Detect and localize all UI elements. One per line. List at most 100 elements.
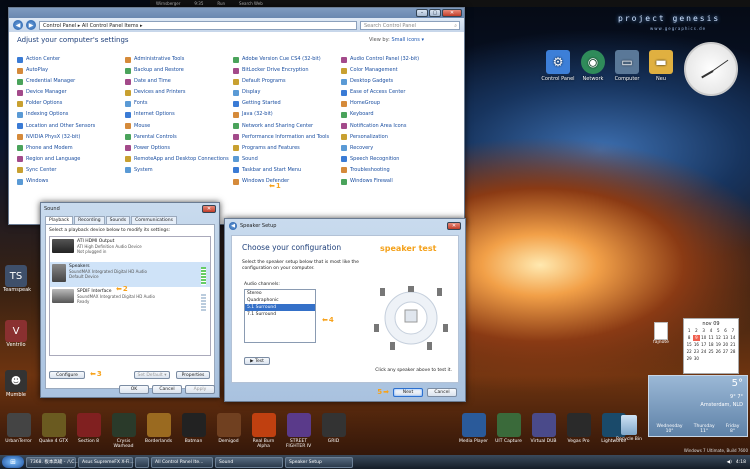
view-by-dropdown[interactable]: Small icons ▾ — [391, 37, 424, 43]
cancel-button[interactable]: Cancel — [427, 387, 457, 397]
cp-item[interactable]: NVIDIA PhysX (32-bit) — [17, 132, 95, 143]
dock-item[interactable]: Batman — [177, 410, 210, 454]
next-button[interactable]: Next — [393, 387, 423, 397]
cp-item[interactable]: Indexing Options — [17, 109, 95, 120]
cp-item[interactable]: Sync Center — [17, 165, 95, 176]
taskbar-item[interactable]: Asus SupremeFX X-Fi... — [78, 456, 134, 468]
calendar-day[interactable]: 16 — [693, 342, 699, 348]
cp-item[interactable]: Administrative Tools — [125, 54, 229, 65]
dock-item[interactable]: Media Player — [457, 410, 490, 454]
close-button[interactable]: ✕ — [442, 9, 462, 17]
back-icon[interactable]: ◀ — [229, 221, 237, 230]
cp-item[interactable]: Taskbar and Start Menu — [233, 165, 329, 176]
dock-item[interactable]: Quake 4 GTX — [37, 410, 70, 454]
cp-item[interactable]: Display — [233, 87, 329, 98]
tab-playback[interactable]: Playback — [45, 216, 74, 224]
list-item[interactable]: 5.1 Surround — [245, 304, 315, 311]
calendar-day[interactable]: 19 — [715, 342, 721, 348]
cp-item[interactable]: Audio Control Panel (32-bit) — [341, 54, 419, 65]
cp-item[interactable]: Sound — [233, 154, 329, 165]
cp-item[interactable]: Power Options — [125, 143, 229, 154]
topbar-item[interactable]: Search Web — [239, 1, 263, 6]
cp-item[interactable]: Mouse — [125, 121, 229, 132]
cp-item[interactable]: Notification Area Icons — [341, 121, 419, 132]
calendar-day[interactable]: 25 — [708, 349, 714, 355]
cp-item[interactable]: Backup and Restore — [125, 65, 229, 76]
calendar-day[interactable]: 26 — [715, 349, 721, 355]
calendar-gadget[interactable]: nov 09 1 2 3 4 5 6 7 8 9 10 11 12 13 14 15 16 17 18 19 20 21… — [683, 318, 739, 374]
cp-item[interactable]: Device Manager — [17, 87, 95, 98]
list-item[interactable]: 7.1 Surround — [245, 311, 315, 318]
cp-item[interactable]: Phone and Modem — [17, 143, 95, 154]
cp-item[interactable]: System — [125, 165, 229, 176]
weather-gadget[interactable]: 5° 9° 7° Amsterdam, NLD Wednesday 10° Thu… — [648, 375, 748, 437]
calendar-day[interactable]: 17 — [701, 342, 707, 348]
cp-item[interactable]: Network and Sharing Center — [233, 121, 329, 132]
ok-button[interactable]: OK — [119, 385, 149, 394]
cp-item[interactable]: Getting Started — [233, 98, 329, 109]
cancel-button[interactable]: Cancel — [152, 385, 182, 394]
dock-item[interactable]: Demigod — [212, 410, 245, 454]
volume-icon[interactable]: ◀) — [727, 460, 732, 465]
address-bar[interactable]: Control Panel ▸ All Control Panel Items … — [39, 20, 357, 30]
desktop-icon-teamspeak[interactable]: TS Teamspeak — [3, 265, 31, 293]
forward-icon[interactable]: ▶ — [26, 20, 36, 30]
cp-item[interactable]: RemoteApp and Desktop Connections — [125, 154, 229, 165]
cp-item[interactable]: Parental Controls — [125, 132, 229, 143]
dock-item[interactable]: GRID — [317, 410, 350, 454]
cp-item[interactable]: Java (32-bit) — [233, 109, 329, 120]
set-default-button[interactable]: Set Default ▾ — [134, 371, 170, 379]
calendar-day[interactable]: 22 — [686, 349, 692, 355]
cp-item[interactable]: Adobe Version Cue CS4 (32-bit) — [233, 54, 329, 65]
dock-item[interactable]: STREET FIGHTER IV — [282, 410, 315, 454]
cp-item[interactable]: Date and Time — [125, 76, 229, 87]
calendar-day[interactable]: 12 — [715, 335, 721, 341]
cp-item[interactable]: Personalization — [341, 132, 419, 143]
cp-item[interactable]: Color Management — [341, 65, 419, 76]
calendar-day[interactable]: 20 — [722, 342, 728, 348]
cp-item[interactable]: Troubleshooting — [341, 165, 419, 176]
configure-button[interactable]: Configure — [49, 371, 85, 379]
desktop-icon-neu[interactable]: ▬ Neu — [641, 50, 681, 82]
cp-item[interactable]: Default Programs — [233, 76, 329, 87]
sound-close-button[interactable]: ✕ — [202, 204, 216, 213]
cp-item[interactable]: Desktop Gadgets — [341, 76, 419, 87]
tab-communications[interactable]: Communications — [131, 216, 177, 224]
calendar-day[interactable]: 23 — [693, 349, 699, 355]
desktop-icon-mumble[interactable]: ☻ Mumble — [3, 370, 29, 398]
recycle-bin[interactable]: Recycle Bin — [611, 412, 647, 442]
device-list[interactable]: ATI HDMI Output ATI High Definition Audio… — [49, 236, 211, 356]
cp-item[interactable]: Windows Defender — [233, 176, 329, 187]
cp-item[interactable]: Devices and Printers — [125, 87, 229, 98]
maximize-button[interactable]: ▢ — [429, 9, 441, 17]
calendar-day[interactable]: 5 — [715, 328, 721, 334]
calendar-day[interactable]: 24 — [701, 349, 707, 355]
cp-item[interactable]: Ease of Access Center — [341, 87, 419, 98]
clock[interactable]: 4:18 — [736, 460, 746, 465]
dock-item[interactable]: Crysis Warhead — [107, 410, 140, 454]
test-button[interactable]: ▶ Test — [244, 357, 270, 365]
calendar-day[interactable]: 4 — [708, 328, 714, 334]
calendar-day[interactable]: 29 — [686, 356, 692, 362]
apply-button[interactable]: Apply — [185, 385, 215, 394]
list-item[interactable]: Speakers SoundMAX Integrated Digital HD A… — [50, 262, 210, 287]
calendar-day[interactable]: 11 — [708, 335, 714, 341]
taskbar-item[interactable]: Sound — [215, 456, 283, 468]
dock-item[interactable]: UrbanTerror — [2, 410, 35, 454]
speaker-close-button[interactable]: ✕ — [447, 221, 461, 230]
calendar-day[interactable]: 13 — [722, 335, 728, 341]
dock-item[interactable]: Virtual DUB — [527, 410, 560, 454]
clock-gadget[interactable] — [684, 42, 738, 96]
cp-item[interactable]: HomeGroup — [341, 98, 419, 109]
cp-item[interactable]: Location and Other Sensors — [17, 121, 95, 132]
cp-item[interactable]: Credential Manager — [17, 76, 95, 87]
desktop-icon-ventrilo[interactable]: V Ventrilo — [3, 320, 29, 348]
calendar-day[interactable]: 7 — [730, 328, 736, 334]
desktop-icon-note[interactable]: fajnote — [651, 322, 671, 345]
cp-item[interactable]: BitLocker Drive Encryption — [233, 65, 329, 76]
taskbar-item[interactable]: All Control Panel Ite... — [151, 456, 213, 468]
dock-item[interactable]: Real Burn Alpha — [247, 410, 280, 454]
back-icon[interactable]: ◀ — [13, 20, 23, 30]
calendar-day[interactable]: 28 — [730, 349, 736, 355]
cp-item[interactable]: Region and Language — [17, 154, 95, 165]
